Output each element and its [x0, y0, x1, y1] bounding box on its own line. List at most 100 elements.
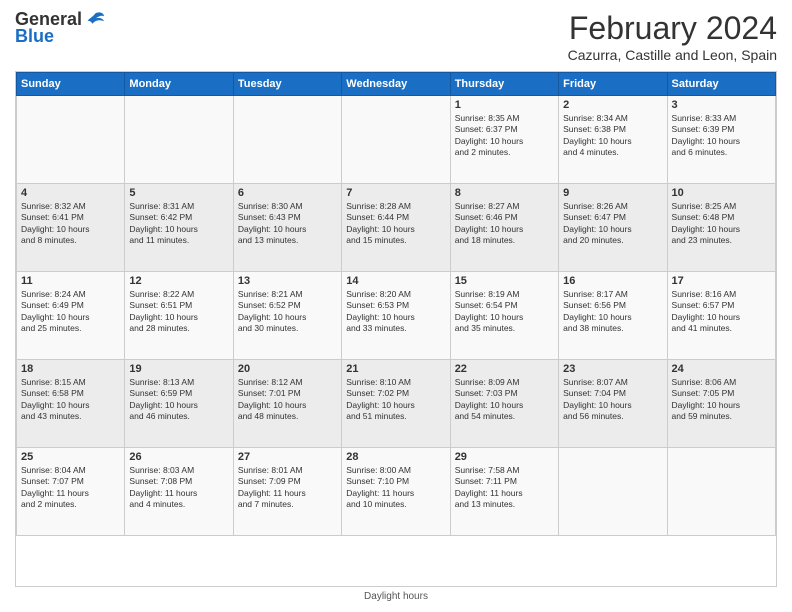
day-number: 4 [21, 187, 120, 199]
day-number: 17 [672, 275, 771, 287]
table-row: 23 Sunrise: 8:07 AM Sunset: 7:04 PM Dayli… [559, 360, 667, 448]
day-info: Sunrise: 8:07 AM Sunset: 7:04 PM Dayligh… [563, 377, 662, 423]
day-info: Sunrise: 8:16 AM Sunset: 6:57 PM Dayligh… [672, 289, 771, 335]
day-info: Sunrise: 8:22 AM Sunset: 6:51 PM Dayligh… [129, 289, 228, 335]
table-row: 9 Sunrise: 8:26 AM Sunset: 6:47 PM Daylig… [559, 184, 667, 272]
day-number: 12 [129, 275, 228, 287]
day-number: 28 [346, 451, 445, 463]
table-row: 1 Sunrise: 8:35 AM Sunset: 6:37 PM Daylig… [450, 96, 558, 184]
day-number: 18 [21, 363, 120, 375]
footer: Daylight hours [15, 591, 777, 602]
day-info: Sunrise: 8:13 AM Sunset: 6:59 PM Dayligh… [129, 377, 228, 423]
table-row [233, 96, 341, 184]
day-number: 29 [455, 451, 554, 463]
day-info: Sunrise: 8:00 AM Sunset: 7:10 PM Dayligh… [346, 465, 445, 511]
day-info: Sunrise: 8:04 AM Sunset: 7:07 PM Dayligh… [21, 465, 120, 511]
day-number: 3 [672, 99, 771, 111]
header-friday: Friday [559, 73, 667, 96]
header-saturday: Saturday [667, 73, 775, 96]
day-number: 24 [672, 363, 771, 375]
table-row: 7 Sunrise: 8:28 AM Sunset: 6:44 PM Daylig… [342, 184, 450, 272]
day-number: 27 [238, 451, 337, 463]
day-info: Sunrise: 8:34 AM Sunset: 6:38 PM Dayligh… [563, 113, 662, 159]
day-number: 1 [455, 99, 554, 111]
day-number: 20 [238, 363, 337, 375]
table-row: 8 Sunrise: 8:27 AM Sunset: 6:46 PM Daylig… [450, 184, 558, 272]
table-row: 12 Sunrise: 8:22 AM Sunset: 6:51 PM Dayli… [125, 272, 233, 360]
table-row: 19 Sunrise: 8:13 AM Sunset: 6:59 PM Dayli… [125, 360, 233, 448]
day-info: Sunrise: 8:17 AM Sunset: 6:56 PM Dayligh… [563, 289, 662, 335]
day-info: Sunrise: 8:26 AM Sunset: 6:47 PM Dayligh… [563, 201, 662, 247]
day-number: 9 [563, 187, 662, 199]
table-row [17, 96, 125, 184]
table-row: 26Sunrise: 8:03 AM Sunset: 7:08 PM Dayli… [125, 448, 233, 536]
day-number: 10 [672, 187, 771, 199]
title-block: February 2024 Cazurra, Castille and Leon… [568, 10, 777, 63]
day-info: Sunrise: 8:32 AM Sunset: 6:41 PM Dayligh… [21, 201, 120, 247]
day-number: 15 [455, 275, 554, 287]
day-number: 16 [563, 275, 662, 287]
day-info: Sunrise: 8:27 AM Sunset: 6:46 PM Dayligh… [455, 201, 554, 247]
day-info: Sunrise: 8:12 AM Sunset: 7:01 PM Dayligh… [238, 377, 337, 423]
day-info: Sunrise: 8:35 AM Sunset: 6:37 PM Dayligh… [455, 113, 554, 159]
day-info: Sunrise: 8:06 AM Sunset: 7:05 PM Dayligh… [672, 377, 771, 423]
day-number: 5 [129, 187, 228, 199]
table-row: 18 Sunrise: 8:15 AM Sunset: 6:58 PM Dayli… [17, 360, 125, 448]
day-number: 7 [346, 187, 445, 199]
day-info: Sunrise: 8:31 AM Sunset: 6:42 PM Dayligh… [129, 201, 228, 247]
day-number: 25 [21, 451, 120, 463]
table-row: 15 Sunrise: 8:19 AM Sunset: 6:54 PM Dayli… [450, 272, 558, 360]
table-row: 3 Sunrise: 8:33 AM Sunset: 6:39 PM Daylig… [667, 96, 775, 184]
header-thursday: Thursday [450, 73, 558, 96]
day-info: Sunrise: 8:09 AM Sunset: 7:03 PM Dayligh… [455, 377, 554, 423]
table-row: 2 Sunrise: 8:34 AM Sunset: 6:38 PM Daylig… [559, 96, 667, 184]
day-info: Sunrise: 7:58 AM Sunset: 7:11 PM Dayligh… [455, 465, 554, 511]
logo: General Blue [15, 10, 105, 47]
table-row: 5 Sunrise: 8:31 AM Sunset: 6:42 PM Daylig… [125, 184, 233, 272]
day-info: Sunrise: 8:19 AM Sunset: 6:54 PM Dayligh… [455, 289, 554, 335]
day-info: Sunrise: 8:24 AM Sunset: 6:49 PM Dayligh… [21, 289, 120, 335]
day-info: Sunrise: 8:33 AM Sunset: 6:39 PM Dayligh… [672, 113, 771, 159]
table-row: 22 Sunrise: 8:09 AM Sunset: 7:03 PM Dayli… [450, 360, 558, 448]
day-number: 26 [129, 451, 228, 463]
table-row: 29 Sunrise: 7:58 AM Sunset: 7:11 PM Dayli… [450, 448, 558, 536]
calendar: Sunday Monday Tuesday Wednesday Thursday… [15, 71, 777, 587]
table-row [342, 96, 450, 184]
table-row: 21 Sunrise: 8:10 AM Sunset: 7:02 PM Dayli… [342, 360, 450, 448]
table-row [559, 448, 667, 536]
day-number: 14 [346, 275, 445, 287]
day-info: Sunrise: 8:15 AM Sunset: 6:58 PM Dayligh… [21, 377, 120, 423]
table-row: 25 Sunrise: 8:04 AM Sunset: 7:07 PM Dayli… [17, 448, 125, 536]
page-title: February 2024 [568, 10, 777, 47]
table-row: 16 Sunrise: 8:17 AM Sunset: 6:56 PM Dayli… [559, 272, 667, 360]
day-number: 21 [346, 363, 445, 375]
day-info: Sunrise: 8:21 AM Sunset: 6:52 PM Dayligh… [238, 289, 337, 335]
day-info: Sunrise: 8:01 AM Sunset: 7:09 PM Dayligh… [238, 465, 337, 511]
day-number: 2 [563, 99, 662, 111]
table-row: 13 Sunrise: 8:21 AM Sunset: 6:52 PM Dayli… [233, 272, 341, 360]
page: General Blue February 2024 Cazurra, Cast… [0, 0, 792, 612]
logo-blue: Blue [15, 27, 105, 47]
day-number: 13 [238, 275, 337, 287]
day-info: Sunrise: 8:10 AM Sunset: 7:02 PM Dayligh… [346, 377, 445, 423]
table-row: 14 Sunrise: 8:20 AM Sunset: 6:53 PM Dayli… [342, 272, 450, 360]
page-subtitle: Cazurra, Castille and Leon, Spain [568, 47, 777, 63]
table-row: 24 Sunrise: 8:06 AM Sunset: 7:05 PM Dayli… [667, 360, 775, 448]
table-row: 27 Sunrise: 8:01 AM Sunset: 7:09 PM Dayli… [233, 448, 341, 536]
table-row: 11 Sunrise: 8:24 AM Sunset: 6:49 PM Dayli… [17, 272, 125, 360]
day-number: 22 [455, 363, 554, 375]
day-number: 23 [563, 363, 662, 375]
day-number: 6 [238, 187, 337, 199]
day-number: 19 [129, 363, 228, 375]
header-sunday: Sunday [17, 73, 125, 96]
table-row: 17 Sunrise: 8:16 AM Sunset: 6:57 PM Dayli… [667, 272, 775, 360]
day-number: 8 [455, 187, 554, 199]
day-number: 11 [21, 275, 120, 287]
footer-text: Daylight hours [364, 591, 428, 602]
table-row: 20 Sunrise: 8:12 AM Sunset: 7:01 PM Dayli… [233, 360, 341, 448]
day-info: Sunrise: 8:20 AM Sunset: 6:53 PM Dayligh… [346, 289, 445, 335]
table-row: 28 Sunrise: 8:00 AM Sunset: 7:10 PM Dayli… [342, 448, 450, 536]
day-info: Sunrise: 8:28 AM Sunset: 6:44 PM Dayligh… [346, 201, 445, 247]
header-wednesday: Wednesday [342, 73, 450, 96]
table-row: 4 Sunrise: 8:32 AM Sunset: 6:41 PM Daylig… [17, 184, 125, 272]
